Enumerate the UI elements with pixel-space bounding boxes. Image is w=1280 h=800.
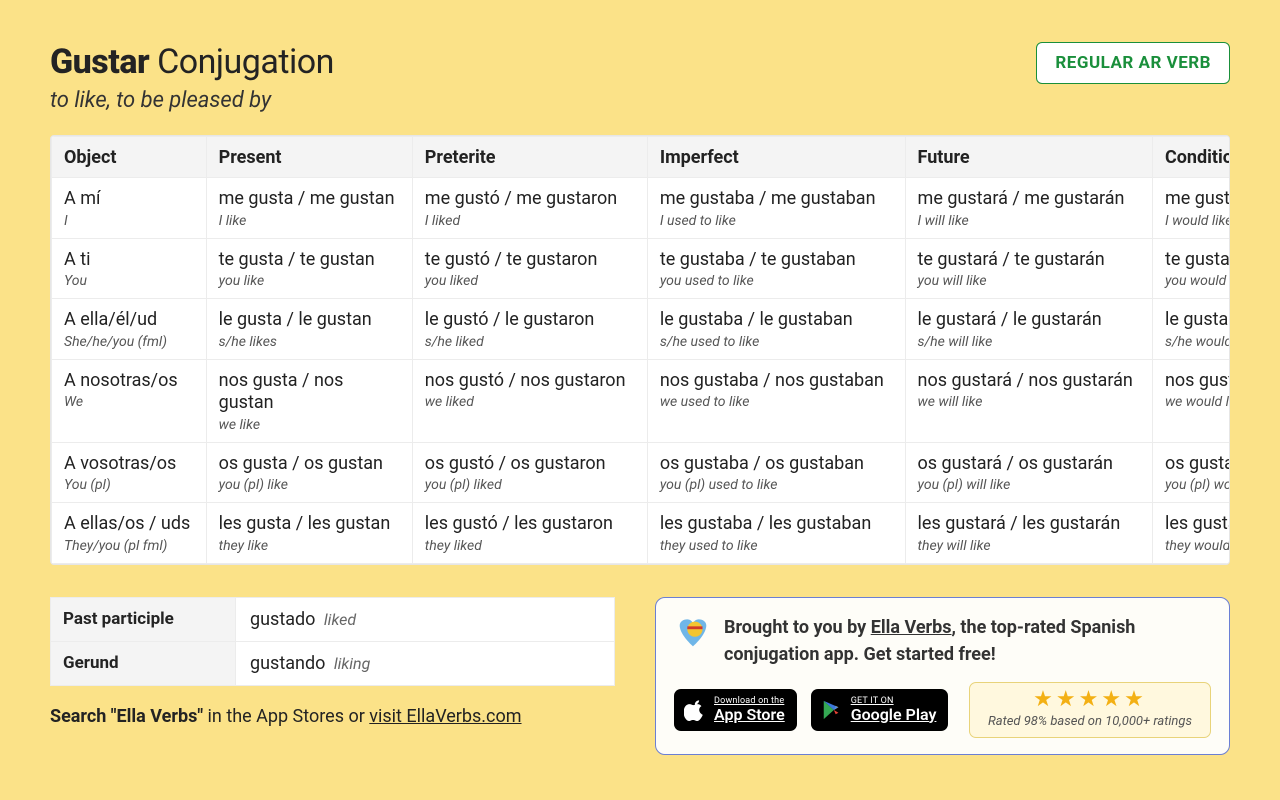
table-row: A ella/él/udShe/he/you (fml)le gusta / l… <box>52 299 1231 360</box>
conjugation-cell: le gustó / le gustarons/he liked <box>412 299 647 360</box>
conjugation-cell: le gustaría / le gustaríans/he would lik… <box>1152 299 1230 360</box>
column-header: Present <box>206 137 412 178</box>
conjugation-cell: me gustó / me gustaronI liked <box>412 178 647 239</box>
conjugation-cell: les gusta / les gustanthey like <box>206 503 412 564</box>
verb-translation: to like, to be pleased by <box>50 88 334 113</box>
conjugation-cell: me gustará / me gustaránI will like <box>905 178 1152 239</box>
gerund-label: Gerund <box>51 641 236 685</box>
conjugation-cell: le gustaba / le gustabans/he used to lik… <box>647 299 905 360</box>
conjugation-table: ObjectPresentPreteriteImperfectFutureCon… <box>51 136 1230 564</box>
conjugation-cell: os gustó / os gustaronyou (pl) liked <box>412 442 647 503</box>
column-header: Object <box>52 137 207 178</box>
conjugation-cell: me gustaba / me gustabanI used to like <box>647 178 905 239</box>
object-cell: A ella/él/udShe/he/you (fml) <box>52 299 207 360</box>
promo-box: Brought to you by Ella Verbs, the top-ra… <box>655 597 1230 755</box>
verb-name: Gustar <box>50 42 149 82</box>
column-header: Preterite <box>412 137 647 178</box>
conjugation-cell: os gustaba / os gustabanyou (pl) used to… <box>647 442 905 503</box>
conjugation-cell: les gustaría / les gustaríanthey would l… <box>1152 503 1230 564</box>
table-row: A vosotras/osYou (pl)os gusta / os gusta… <box>52 442 1231 503</box>
conjugation-cell: les gustó / les gustaronthey liked <box>412 503 647 564</box>
conjugation-cell: nos gusta / nos gustanwe like <box>206 359 412 442</box>
conjugation-cell: les gustará / les gustaránthey will like <box>905 503 1152 564</box>
object-cell: A ellas/os / udsThey/you (pl fml) <box>52 503 207 564</box>
title-rest: Conjugation <box>157 42 334 82</box>
conjugation-cell: le gustará / le gustaráns/he will like <box>905 299 1152 360</box>
promo-text: Brought to you by Ella Verbs, the top-ra… <box>724 614 1211 668</box>
conjugation-cell: te gustará / te gustarányou will like <box>905 238 1152 299</box>
google-play-icon <box>821 699 843 721</box>
conjugation-cell: te gustaría / te gustaríanyou would like <box>1152 238 1230 299</box>
ellaverbs-logo-icon <box>674 614 712 652</box>
conjugation-table-container: ObjectPresentPreteriteImperfectFutureCon… <box>50 135 1230 565</box>
search-blurb: Search "Ella Verbs" in the App Stores or… <box>50 706 615 727</box>
conjugation-cell: me gustaría / me gustaríanI would like <box>1152 178 1230 239</box>
table-row: A ellas/os / udsThey/you (pl fml)les gus… <box>52 503 1231 564</box>
apple-icon <box>684 699 706 721</box>
object-cell: A vosotras/osYou (pl) <box>52 442 207 503</box>
gerund-value: gustando liking <box>236 641 615 685</box>
column-header: Imperfect <box>647 137 905 178</box>
conjugation-cell: me gusta / me gustanI like <box>206 178 412 239</box>
object-cell: A nosotras/osWe <box>52 359 207 442</box>
conjugation-cell: te gustó / te gustaronyou liked <box>412 238 647 299</box>
conjugation-cell: os gustará / os gustarányou (pl) will li… <box>905 442 1152 503</box>
conjugation-cell: te gusta / te gustanyou like <box>206 238 412 299</box>
conjugation-cell: nos gustaría / nos gustaríanwe would lik… <box>1152 359 1230 442</box>
column-header: Conditional <box>1152 137 1230 178</box>
past-participle-label: Past participle <box>51 597 236 641</box>
promo-ellaverbs-link[interactable]: Ella Verbs <box>871 617 952 638</box>
object-cell: A tiYou <box>52 238 207 299</box>
conjugation-cell: os gusta / os gustanyou (pl) like <box>206 442 412 503</box>
conjugation-cell: les gustaba / les gustabanthey used to l… <box>647 503 905 564</box>
conjugation-cell: le gusta / le gustans/he likes <box>206 299 412 360</box>
star-icons: ★★★★★ <box>988 689 1192 711</box>
conjugation-cell: os gustaría / os gustaríanyou (pl) would… <box>1152 442 1230 503</box>
page-title: Gustar Conjugation <box>50 42 334 82</box>
googleplay-badge[interactable]: GET IT ON Google Play <box>811 689 949 731</box>
conjugation-cell: nos gustaba / nos gustabanwe used to lik… <box>647 359 905 442</box>
conjugation-cell: te gustaba / te gustabanyou used to like <box>647 238 905 299</box>
object-cell: A míI <box>52 178 207 239</box>
verb-type-badge: REGULAR AR VERB <box>1036 42 1230 84</box>
column-header: Future <box>905 137 1152 178</box>
conjugation-cell: nos gustará / nos gustaránwe will like <box>905 359 1152 442</box>
rating-subtext: Rated 98% based on 10,000+ ratings <box>988 714 1192 729</box>
conjugation-cell: nos gustó / nos gustaronwe liked <box>412 359 647 442</box>
table-row: A míIme gusta / me gustanI likeme gustó … <box>52 178 1231 239</box>
appstore-badge[interactable]: Download on the App Store <box>674 689 797 731</box>
rating-box: ★★★★★ Rated 98% based on 10,000+ ratings <box>969 682 1211 738</box>
table-row: A nosotras/osWenos gusta / nos gustanwe … <box>52 359 1231 442</box>
verb-forms-table: Past participle gustado liked Gerund gus… <box>50 597 615 686</box>
past-participle-value: gustado liked <box>236 597 615 641</box>
ellaverbs-link[interactable]: visit EllaVerbs.com <box>369 706 521 727</box>
table-row: A tiYoute gusta / te gustanyou likete gu… <box>52 238 1231 299</box>
